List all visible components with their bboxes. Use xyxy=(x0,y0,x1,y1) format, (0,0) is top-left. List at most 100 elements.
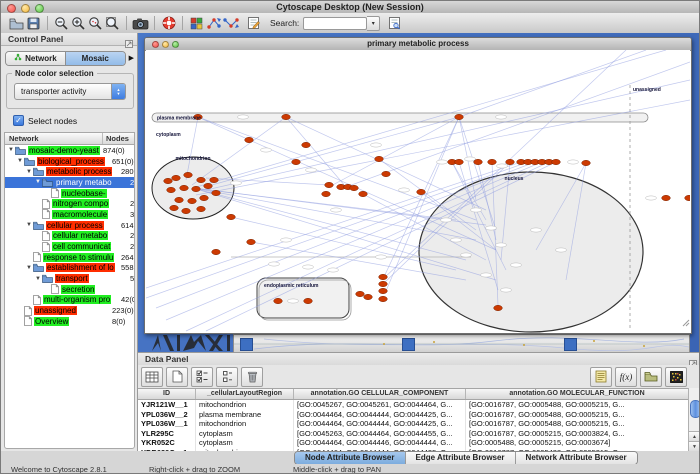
search-dropdown-button[interactable]: ▾ xyxy=(367,16,380,31)
apply-layout-icon[interactable] xyxy=(205,15,222,32)
attribute-table[interactable]: ID_cellularLayoutRegionannotation.GO CEL… xyxy=(138,388,689,453)
network-node[interactable] xyxy=(282,114,291,119)
network-node[interactable] xyxy=(685,195,690,200)
tree-row[interactable]: cellular metabo209(0) xyxy=(5,231,134,242)
select-nodes-checkbox[interactable]: ✓ xyxy=(13,115,24,126)
scrollbar-thumb[interactable] xyxy=(690,400,700,418)
tree-col-network[interactable]: Network xyxy=(5,133,103,144)
save-session-icon[interactable] xyxy=(25,15,42,32)
zoom-out-icon[interactable] xyxy=(53,15,70,32)
attribute-list-icon[interactable] xyxy=(590,367,612,387)
network-node[interactable] xyxy=(197,206,206,211)
help-icon[interactable] xyxy=(160,15,177,32)
network-node[interactable] xyxy=(304,298,313,303)
network-node[interactable] xyxy=(359,191,368,196)
disclosure-triangle-icon[interactable]: ▼ xyxy=(25,169,33,175)
table-column-header[interactable]: annotation.GO CELLULAR_COMPONENT xyxy=(294,389,466,399)
table-row[interactable]: YJR121W__1mitochondrion[GO:0045267, GO:0… xyxy=(138,400,689,410)
network-node[interactable] xyxy=(474,159,483,164)
network-node[interactable] xyxy=(204,183,213,188)
network-node[interactable] xyxy=(170,205,179,210)
network-node[interactable] xyxy=(325,182,334,187)
apply-layout-alt-icon[interactable] xyxy=(222,15,239,32)
network-node[interactable] xyxy=(379,296,388,301)
network-node[interactable] xyxy=(322,191,331,196)
network-node[interactable] xyxy=(167,187,176,192)
delete-attribute-icon[interactable] xyxy=(241,367,263,387)
tree-row[interactable]: Overview8(0) xyxy=(5,316,134,327)
background-window[interactable] xyxy=(233,334,690,352)
network-node[interactable] xyxy=(488,159,497,164)
network-node[interactable] xyxy=(379,281,388,286)
disclosure-triangle-icon[interactable]: ▼ xyxy=(34,179,42,185)
new-attribute-icon[interactable] xyxy=(166,367,188,387)
network-node[interactable] xyxy=(582,160,591,165)
disclosure-triangle-icon[interactable]: ▼ xyxy=(7,147,15,153)
tab-network[interactable]: Network xyxy=(6,52,65,65)
network-node[interactable] xyxy=(274,298,283,303)
tree-row[interactable]: ▼biological_process651(0) xyxy=(5,156,134,167)
zoom-selected-region-icon[interactable] xyxy=(87,15,104,32)
network-node[interactable] xyxy=(382,171,391,176)
tab-mosaic[interactable]: Mosaic xyxy=(65,52,125,65)
network-node[interactable] xyxy=(184,172,193,177)
annotation-icon[interactable] xyxy=(245,15,262,32)
tree-row[interactable]: ▼transport558(0) xyxy=(5,273,134,284)
table-row[interactable]: YKR052Ccytoplasm[GO:0044464, GO:0044446,… xyxy=(138,438,689,448)
select-node-attributes-icon[interactable] xyxy=(191,367,213,387)
table-row[interactable]: YPL036W__2plasma membrane[GO:0044464, GO… xyxy=(138,410,689,420)
resize-grip[interactable] xyxy=(682,314,690,332)
table-row[interactable]: YPL036W__1mitochondrion[GO:0044464, GO:0… xyxy=(138,419,689,429)
network-node[interactable] xyxy=(506,159,515,164)
tree-row[interactable]: unassigned223(0) xyxy=(5,305,134,316)
network-node[interactable] xyxy=(188,198,197,203)
network-node[interactable] xyxy=(212,249,221,254)
attribute-matrix-icon[interactable] xyxy=(665,367,687,387)
table-column-header[interactable]: _cellularLayoutRegion xyxy=(196,389,294,399)
search-attribute-icon[interactable] xyxy=(386,15,403,32)
network-graph[interactable]: plasma membranecytoplasmmitochondrionnuc… xyxy=(146,50,690,333)
network-node[interactable] xyxy=(375,156,384,161)
network-node[interactable] xyxy=(210,177,219,182)
tree-row[interactable]: ▼mosaic-demo-yeast874(0) xyxy=(5,145,134,156)
disclosure-triangle-icon[interactable]: ▼ xyxy=(25,265,33,271)
network-node[interactable] xyxy=(227,214,236,219)
network-node[interactable] xyxy=(182,208,191,213)
network-node[interactable] xyxy=(172,175,181,180)
network-view-window[interactable]: primary metabolic process plasma membran… xyxy=(144,37,692,334)
table-scrollbar[interactable]: ▲ ▼ xyxy=(688,388,700,452)
tree-row[interactable]: nucleobase-209(0) xyxy=(5,188,134,199)
tree-row[interactable]: response to stimulu264(0) xyxy=(5,252,134,263)
table-row[interactable]: YLR295Ccytoplasm[GO:0045263, GO:0044464,… xyxy=(138,429,689,439)
network-node[interactable] xyxy=(302,142,311,147)
select-attributes-small-icon[interactable] xyxy=(216,367,238,387)
network-node[interactable] xyxy=(364,294,373,299)
tree-row[interactable]: ▼primary metabo209(... xyxy=(5,177,134,188)
disclosure-triangle-icon[interactable]: ▼ xyxy=(16,158,24,164)
vizmapper-icon[interactable] xyxy=(188,15,205,32)
network-node[interactable] xyxy=(350,185,359,190)
network-canvas[interactable]: plasma membranecytoplasmmitochondrionnuc… xyxy=(146,50,690,333)
tab-network-attribute-browser[interactable]: Network Attribute Browser xyxy=(515,452,637,464)
network-tree-header[interactable]: Network Nodes xyxy=(5,133,134,145)
network-node[interactable] xyxy=(192,186,201,191)
tree-row[interactable]: nitrogen compo209(0) xyxy=(5,198,134,209)
network-node[interactable] xyxy=(552,159,561,164)
tree-row[interactable]: macromolecule311(0) xyxy=(5,209,134,220)
network-node[interactable] xyxy=(494,305,503,310)
control-panel-header[interactable]: Control Panel xyxy=(1,33,137,46)
export-snapshot-icon[interactable] xyxy=(132,15,149,32)
tree-col-nodes[interactable]: Nodes xyxy=(103,133,134,144)
network-node[interactable] xyxy=(245,137,254,142)
disclosure-triangle-icon[interactable]: ▼ xyxy=(25,222,33,228)
network-node[interactable] xyxy=(356,291,365,296)
open-session-icon[interactable] xyxy=(8,15,25,32)
import-attributes-icon[interactable] xyxy=(640,367,662,387)
table-column-header[interactable]: annotation.GO MOLECULAR_FUNCTION xyxy=(466,389,689,399)
tree-row[interactable]: ▼metabolic process280(0) xyxy=(5,166,134,177)
network-node[interactable] xyxy=(175,197,184,202)
network-node[interactable] xyxy=(455,159,464,164)
network-node[interactable] xyxy=(197,177,206,182)
network-node[interactable] xyxy=(455,114,464,119)
network-node[interactable] xyxy=(292,159,301,164)
